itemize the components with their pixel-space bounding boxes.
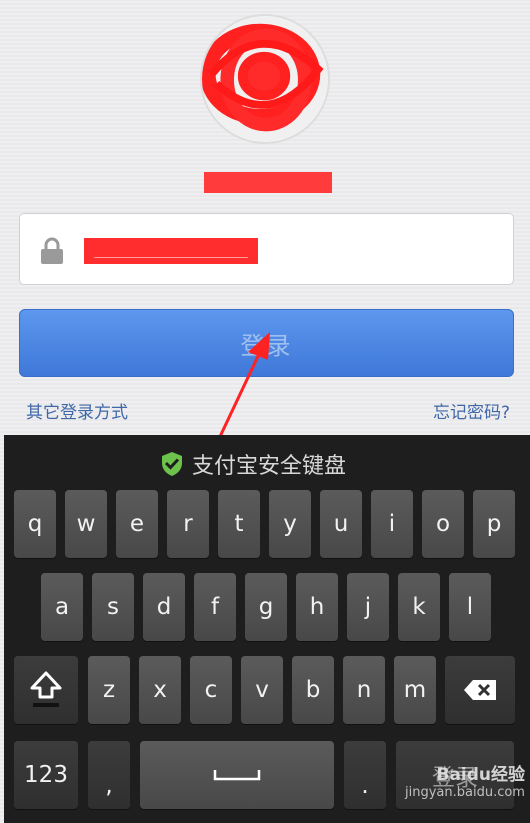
key-v[interactable]: v (241, 656, 283, 724)
key-q[interactable]: q (14, 490, 56, 558)
key-u[interactable]: u (320, 490, 362, 558)
period-key[interactable]: . (344, 741, 386, 809)
key-l[interactable]: l (449, 573, 491, 641)
login-button[interactable]: 登录 (19, 309, 514, 377)
baidu-watermark: Baidu经验 jingyan.baidu.com (405, 760, 525, 800)
shift-key[interactable] (14, 656, 78, 724)
backspace-icon (464, 680, 496, 700)
watermark-url: jingyan.baidu.com (405, 785, 525, 800)
key-p[interactable]: p (473, 490, 515, 558)
key-n[interactable]: n (343, 656, 385, 724)
key-z[interactable]: z (88, 656, 130, 724)
space-bar-icon (213, 770, 261, 781)
key-g[interactable]: g (245, 573, 287, 641)
forgot-password-link[interactable]: 忘记密码? (433, 398, 510, 423)
account-name-redacted (204, 172, 332, 193)
avatar[interactable] (200, 14, 330, 144)
key-t[interactable]: t (218, 490, 260, 558)
key-k[interactable]: k (398, 573, 440, 641)
key-d[interactable]: d (143, 573, 185, 641)
key-r[interactable]: r (167, 490, 209, 558)
shield-check-icon (162, 452, 182, 476)
key-h[interactable]: h (296, 573, 338, 641)
key-j[interactable]: j (347, 573, 389, 641)
key-o[interactable]: o (422, 490, 464, 558)
keyboard-title-text: 支付宝安全键盘 (192, 454, 347, 479)
lock-icon (41, 237, 63, 264)
key-s[interactable]: s (92, 573, 134, 641)
shift-icon (30, 671, 62, 707)
watermark-brand: Baidu经验 (436, 765, 525, 785)
key-i[interactable]: i (371, 490, 413, 558)
key-b[interactable]: b (292, 656, 334, 724)
other-login-methods-link[interactable]: 其它登录方式 (26, 398, 128, 423)
key-x[interactable]: x (139, 656, 181, 724)
numbers-key[interactable]: 123 (14, 741, 78, 809)
key-w[interactable]: w (65, 490, 107, 558)
comma-key[interactable]: , (88, 741, 130, 809)
space-key[interactable] (140, 741, 334, 809)
backspace-key[interactable] (445, 656, 515, 724)
key-e[interactable]: e (116, 490, 158, 558)
key-f[interactable]: f (194, 573, 236, 641)
key-a[interactable]: a (41, 573, 83, 641)
key-y[interactable]: y (269, 490, 311, 558)
password-redacted (84, 238, 258, 264)
key-m[interactable]: m (394, 656, 436, 724)
key-c[interactable]: c (190, 656, 232, 724)
keyboard-title: 支付宝安全键盘 (160, 449, 346, 479)
